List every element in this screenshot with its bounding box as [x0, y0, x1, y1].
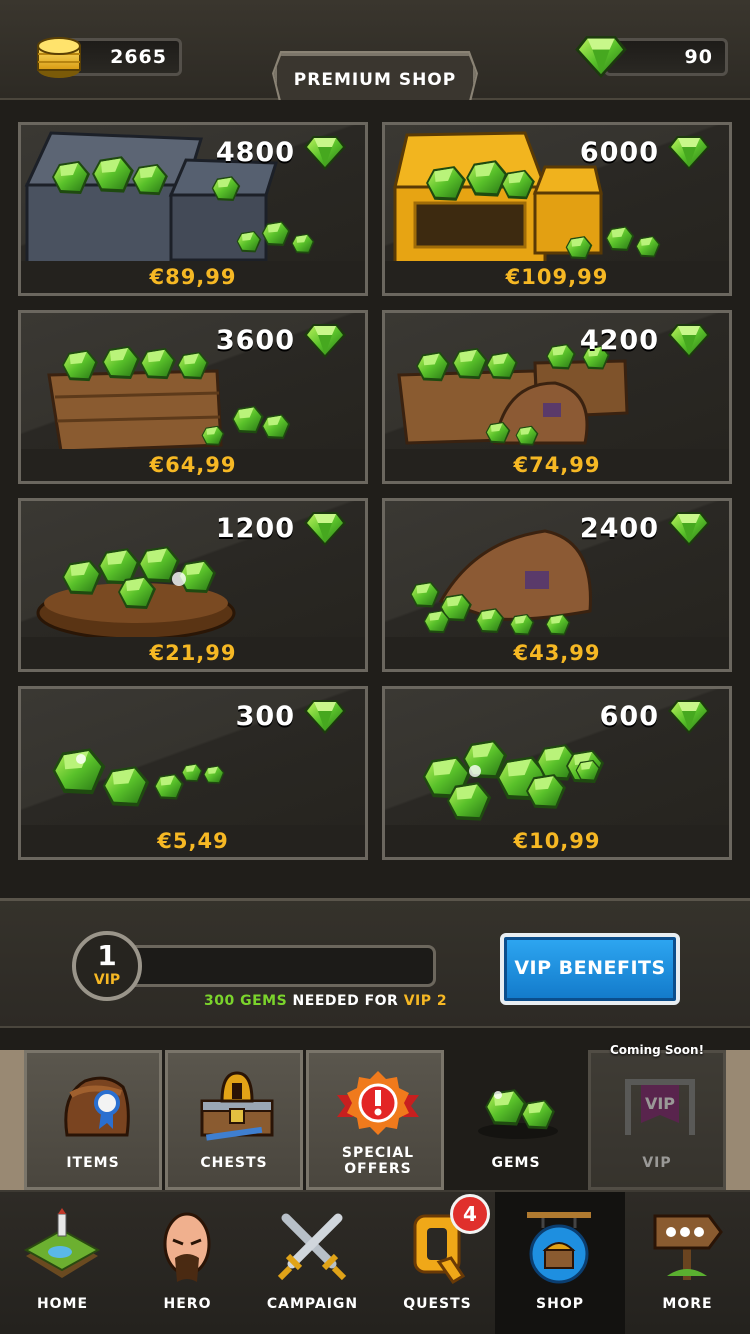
tab-special-offers[interactable]: SPECIAL OFFERS [306, 1050, 444, 1190]
offer-gem-amount: 6000 [579, 137, 659, 168]
nav-home[interactable]: HOME [0, 1192, 125, 1334]
tab-chests[interactable]: CHESTS [165, 1050, 303, 1190]
header: 2665 90 PREMIUM SHOP [0, 0, 750, 107]
offer-card-3600[interactable]: 3600 €64,99 [18, 310, 368, 484]
shop-sign-icon [527, 1212, 591, 1284]
offer-gem-amount: 4800 [215, 137, 295, 168]
nav-more[interactable]: MORE [625, 1192, 750, 1334]
tab-strip-edge [0, 1050, 24, 1190]
offer-card-600[interactable]: 600 €10,99 [382, 686, 732, 860]
tab-label: SPECIAL OFFERS [341, 1145, 415, 1177]
nav-shop[interactable]: SHOP [495, 1192, 625, 1334]
offer-gem-amount: 600 [599, 701, 659, 732]
offer-price: €5,49 [21, 825, 365, 857]
svg-text:VIP: VIP [645, 1094, 675, 1113]
gem-icon [667, 511, 711, 547]
offer-price: €74,99 [385, 449, 729, 481]
offer-gem-amount: 4200 [579, 325, 659, 356]
offer-card-2400[interactable]: 2400 €43,99 [382, 498, 732, 672]
gem-amount: 90 [684, 46, 713, 68]
offer-card-6000[interactable]: 6000 €109,99 [382, 122, 732, 296]
offer-price: €21,99 [21, 637, 365, 669]
gem-icon [574, 34, 628, 80]
vip-requirement-text: 300 GEMS NEEDED FOR VIP 2 [204, 993, 447, 1009]
gold-coins-icon [37, 37, 81, 78]
gem-icon [303, 323, 347, 359]
offer-price: €10,99 [385, 825, 729, 857]
vip-label: VIP [93, 972, 121, 988]
tab-label: CHESTS [200, 1155, 268, 1171]
backpack-icon [64, 1076, 130, 1137]
gem-icon [667, 135, 711, 171]
vip-level-badge: 1 VIP [72, 931, 142, 1001]
gem-icon [667, 699, 711, 735]
nav-label: CAMPAIGN [266, 1296, 359, 1312]
offer-card-4200[interactable]: 4200 €74,99 [382, 310, 732, 484]
tab-label: ITEMS [66, 1155, 120, 1171]
vip-need-amount: 300 GEMS [204, 993, 288, 1009]
nav-label: QUESTS [403, 1296, 472, 1312]
signpost-more-icon [653, 1214, 723, 1280]
island-icon [23, 1208, 101, 1278]
vip-section: 1 VIP 300 GEMS NEEDED FOR VIP 2 VIP BENE… [0, 898, 750, 1028]
vip-need-text: NEEDED FOR [287, 993, 404, 1009]
offer-gem-amount: 1200 [215, 513, 295, 544]
gem-icon [303, 135, 347, 171]
quests-notification-badge: 4 [450, 1194, 490, 1234]
exclamation-badge-icon [337, 1071, 419, 1135]
nav-campaign[interactable]: CAMPAIGN [250, 1192, 375, 1334]
vip-benefits-button[interactable]: VIP BENEFITS [500, 933, 680, 1005]
offer-gem-amount: 300 [235, 701, 295, 732]
offer-card-4800[interactable]: 4800 €89,99 [18, 122, 368, 296]
nav-label: HOME [36, 1296, 89, 1312]
page-title: PREMIUM SHOP [274, 53, 476, 105]
offer-price: €43,99 [385, 637, 729, 669]
gold-amount: 2665 [110, 46, 167, 68]
vip-level: 1 [97, 939, 117, 972]
nav-label: HERO [163, 1296, 212, 1312]
offer-gem-amount: 2400 [579, 513, 659, 544]
tab-label: GEMS [491, 1155, 541, 1171]
hero-face-icon [163, 1212, 211, 1282]
gem-icon [667, 323, 711, 359]
vip-progress-bar [118, 945, 436, 987]
offer-price: €89,99 [21, 261, 365, 293]
nav-label: MORE [662, 1296, 713, 1312]
offer-card-1200[interactable]: 1200 €21,99 [18, 498, 368, 672]
vip-need-target: VIP 2 [403, 993, 448, 1009]
nav-label: SHOP [536, 1296, 584, 1312]
offer-gem-amount: 3600 [215, 325, 295, 356]
coming-soon-label: Coming Soon! [609, 1043, 705, 1057]
chest-icon [200, 1071, 274, 1141]
tab-vip[interactable]: VIP VIP [588, 1050, 726, 1190]
gem-icon [303, 699, 347, 735]
tab-label: VIP [642, 1155, 672, 1171]
offer-price: €64,99 [21, 449, 365, 481]
offer-price: €109,99 [385, 261, 729, 293]
crossed-swords-icon [277, 1213, 347, 1281]
gems-icon [478, 1089, 558, 1139]
bottom-nav: HOME HERO CAMPAIGN QUESTS SHOP MORE [0, 1190, 750, 1334]
tab-gems[interactable]: GEMS [447, 1050, 585, 1190]
offers-grid: 4800 €89,99 6000 €109,99 3600 €64,99 420… [0, 100, 750, 898]
vip-banner-icon: VIP [625, 1079, 695, 1135]
tab-items[interactable]: ITEMS [24, 1050, 162, 1190]
gem-icon [303, 511, 347, 547]
tab-strip-edge [726, 1050, 750, 1190]
nav-hero[interactable]: HERO [125, 1192, 250, 1334]
offer-card-300[interactable]: 300 €5,49 [18, 686, 368, 860]
